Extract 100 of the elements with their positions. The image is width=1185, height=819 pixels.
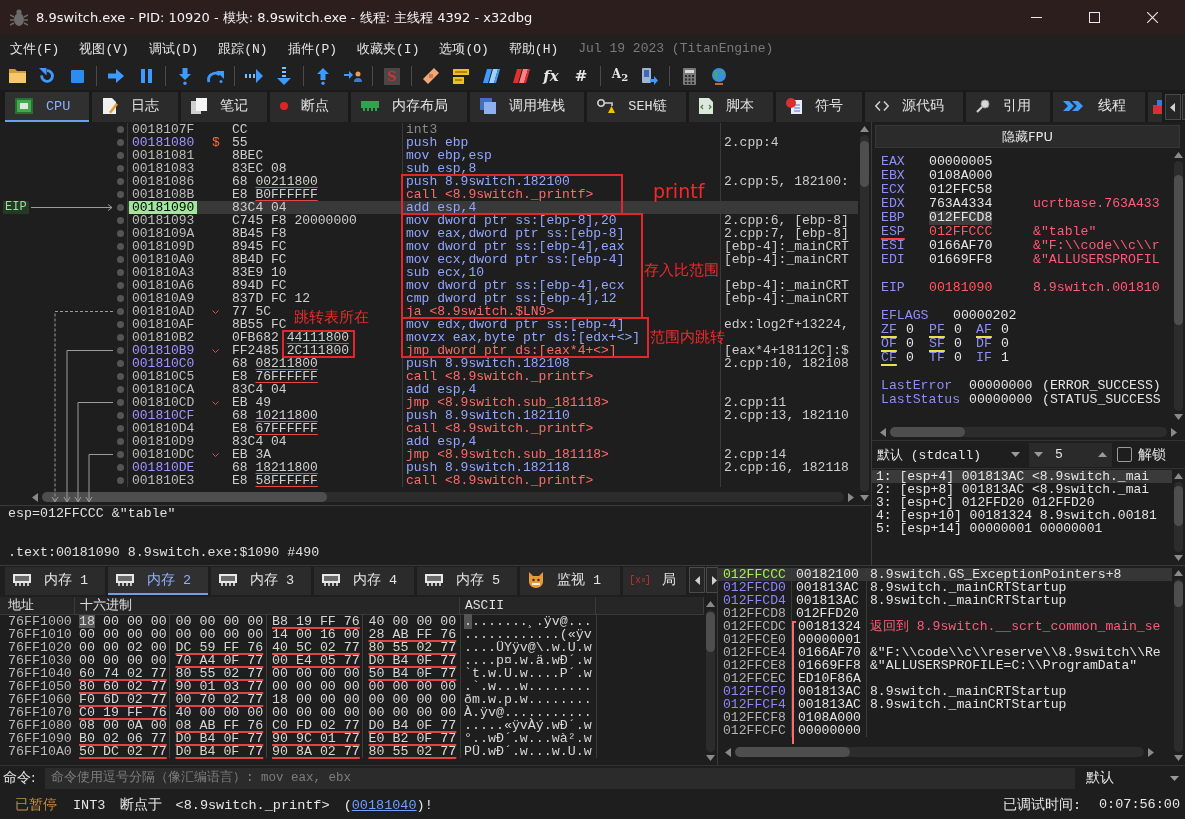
function-button[interactable]: fx [543, 67, 559, 85]
scrollbar[interactable] [1174, 161, 1183, 411]
tags-icon[interactable] [482, 69, 500, 83]
scroll-left-icon[interactable] [880, 427, 886, 437]
scrollbar-thumb[interactable] [1174, 581, 1183, 607]
stack-row[interactable]: 012FFCE4 0166AF70 &"F:\\code\\c\\reserve\\8.9switch\\Re [718, 645, 1172, 659]
register-value[interactable]: 00000202 [953, 309, 1017, 323]
scroll-right-icon[interactable] [1171, 427, 1177, 437]
stack-row[interactable]: 012FFCF0 001813AC 8.9switch._mainCRTStartup [718, 684, 1172, 698]
count-spinbox[interactable]: 5 [1029, 442, 1112, 467]
tab[interactable]: 内存 4 [314, 567, 414, 595]
dotted-arrow-down-icon[interactable] [277, 67, 291, 85]
stack-row[interactable]: 012FFCD4 001813AC 8.9switch._mainCRTStartup [718, 593, 1172, 607]
scrollbar-thumb[interactable] [42, 492, 327, 502]
scrollbar[interactable] [1174, 579, 1183, 752]
scroll-up-icon[interactable] [1174, 152, 1183, 158]
stack-row[interactable]: 012FFCFC 00000000 [718, 723, 1172, 737]
scrollbar-thumb[interactable] [706, 612, 715, 652]
scrollbar[interactable] [706, 610, 715, 752]
menu-item[interactable]: 调试(D) [138, 35, 209, 62]
note-icon[interactable] [453, 68, 469, 84]
command-input[interactable]: 命令使用逗号分隔（像汇编语言）: mov eax, ebx [45, 767, 1075, 789]
tags-icon[interactable] [512, 69, 530, 83]
flag-value[interactable]: 0 [954, 337, 962, 351]
bullet-icon[interactable] [116, 438, 124, 445]
phone-arrow-icon[interactable] [642, 67, 658, 85]
stack-row[interactable]: 012FFCEC ED10F86A [718, 671, 1172, 685]
register-value[interactable]: 012FFCD8 [929, 211, 993, 225]
menu-item[interactable]: 选项(O) [429, 35, 499, 62]
scrollbar-thumb[interactable] [1174, 175, 1183, 325]
tab[interactable]: 符号 [775, 92, 862, 122]
bullet-icon[interactable] [116, 152, 124, 159]
bullet-icon[interactable] [116, 243, 124, 250]
arrow-right-icon[interactable] [108, 69, 124, 83]
scroll-up-icon[interactable] [706, 601, 715, 607]
scroll-up-icon[interactable] [1174, 473, 1183, 479]
scroll-down-icon[interactable] [1174, 414, 1183, 420]
stack-row[interactable]: 012FFCF4 001813AC 8.9switch._mainCRTStartup [718, 697, 1172, 711]
tab[interactable]: 笔记 [181, 92, 268, 122]
tab[interactable]: 调用堆栈 [470, 92, 585, 122]
menu-item[interactable]: 插件(P) [277, 35, 348, 62]
stack-row[interactable]: 012FFCE8 01669FF8 &"ALLUSERSPROFILE=C:\\ProgramData" [718, 658, 1172, 672]
scroll-right-icon[interactable] [848, 492, 854, 502]
register-value[interactable]: 01669FF8 [929, 253, 993, 267]
tab[interactable]: 内存 5 [417, 567, 517, 595]
up-arrow-icon[interactable] [317, 67, 329, 85]
hide-fpu-button[interactable]: 隐藏FPU [875, 125, 1180, 148]
register-value[interactable]: 0166AF70 [929, 239, 993, 253]
menu-item[interactable]: 收藏夹(I) [347, 35, 430, 62]
scrollbar[interactable] [42, 492, 844, 502]
tab[interactable]: SEH链 [587, 92, 686, 122]
register-value[interactable]: 00000005 [929, 155, 993, 169]
flag-value[interactable]: 0 [954, 351, 962, 365]
tab[interactable]: 线程 [1052, 92, 1145, 122]
bullet-icon[interactable] [116, 256, 124, 263]
scroll-up-icon[interactable] [860, 126, 869, 132]
pause-icon[interactable] [140, 69, 152, 83]
bullet-icon[interactable] [116, 321, 124, 328]
stack-row[interactable]: 012FFCF8 0108A000 [718, 710, 1172, 724]
argument-row[interactable]: 4: [esp+10] 00181324 8.9switch.00181 [872, 509, 1172, 522]
scrollbar[interactable] [890, 427, 1167, 437]
bullet-icon[interactable] [116, 178, 124, 185]
bullet-icon[interactable] [116, 477, 124, 484]
scrollbar-thumb[interactable] [890, 427, 965, 437]
flag-value[interactable]: 0 [906, 323, 914, 337]
register-value[interactable]: 012FFC58 [929, 183, 993, 197]
tab[interactable]: 源代码 [864, 92, 963, 122]
flag-value[interactable]: 1 [1001, 351, 1009, 365]
stop-icon[interactable] [70, 69, 84, 83]
address-link[interactable]: 00181040 [351, 797, 417, 813]
tab[interactable]: 引用 [965, 92, 1050, 122]
tab[interactable]: 内存 3 [211, 567, 311, 595]
scroll-down-icon[interactable] [1174, 555, 1183, 561]
scroll-down-icon[interactable] [1174, 755, 1183, 761]
argument-row[interactable]: 2: [esp+8] 001813AC <8.9switch._mai [872, 483, 1172, 496]
tab[interactable]: 日志 [92, 92, 179, 122]
stack-row[interactable]: 012FFCE0 00000001 [718, 632, 1172, 646]
bullet-icon[interactable] [116, 295, 124, 302]
menu-item[interactable]: 视图(V) [69, 35, 139, 62]
folder-icon[interactable] [8, 69, 26, 83]
down-arrow-icon[interactable] [179, 67, 191, 85]
bullet-icon[interactable] [116, 282, 124, 289]
flag-value[interactable]: 0 [906, 337, 914, 351]
flag-value[interactable]: 0 [954, 323, 962, 337]
bullet-icon[interactable] [116, 334, 124, 341]
bullet-icon[interactable] [116, 360, 124, 367]
bullet-icon[interactable] [116, 399, 124, 406]
register-value[interactable]: 012FFCCC [929, 225, 993, 239]
bandage-icon[interactable] [423, 68, 439, 84]
bullet-icon[interactable] [116, 412, 124, 419]
mode-dropdown[interactable]: 默认 [1080, 767, 1181, 789]
globe-icon[interactable] [711, 67, 727, 85]
register-value[interactable]: 0108A000 [929, 169, 993, 183]
bullet-icon[interactable] [116, 191, 124, 198]
bullet-icon[interactable] [116, 425, 124, 432]
scroll-up-icon[interactable] [1174, 570, 1183, 576]
tab[interactable]: CPU [5, 92, 90, 122]
bullet-icon[interactable] [116, 464, 124, 471]
hash-button[interactable]: # [574, 67, 588, 85]
register-value[interactable]: 00000000 [969, 379, 1033, 393]
